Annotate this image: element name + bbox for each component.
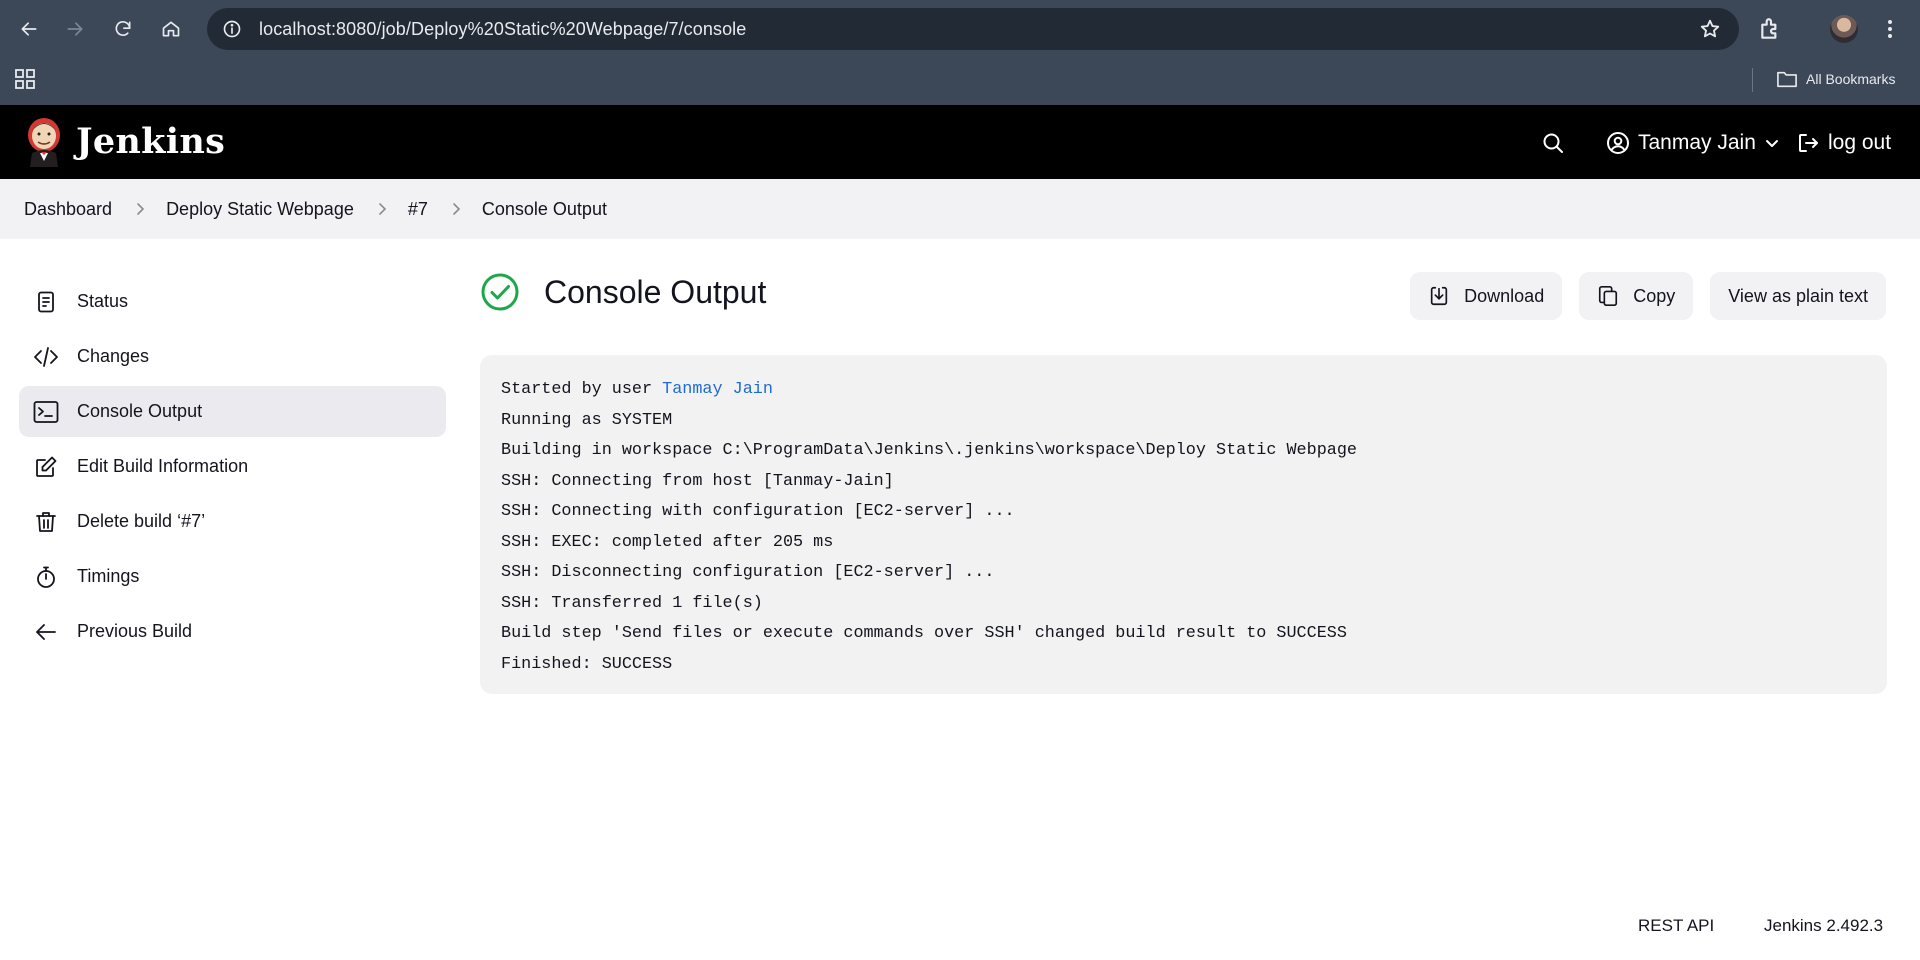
jenkins-header: Jenkins Tanmay Jain log out xyxy=(0,105,1920,179)
sidebar-item-label: Edit Build Information xyxy=(77,456,249,476)
page-title: Console Output xyxy=(544,273,767,310)
sidebar-item-edit-build-information[interactable]: Edit Build Information xyxy=(19,441,446,492)
logout-link[interactable]: log out xyxy=(1796,127,1891,159)
search-icon[interactable] xyxy=(1541,131,1565,155)
back-arrow-icon xyxy=(21,22,37,36)
breadcrumb: Dashboard Deploy Static Webpage #7 Conso… xyxy=(0,179,1920,239)
download-icon xyxy=(1430,286,1448,306)
all-bookmarks-label: All Bookmarks xyxy=(1806,71,1896,87)
home-icon xyxy=(162,21,180,37)
copy-label: Copy xyxy=(1633,285,1676,306)
jenkins-butler-logo xyxy=(28,118,60,167)
sidebar-item-label: Changes xyxy=(77,346,150,366)
chevron-right-icon xyxy=(137,203,145,215)
console-actions: Download Copy View as plain text xyxy=(1410,272,1886,320)
breadcrumb-build[interactable]: #7 xyxy=(408,199,428,220)
console-started-prefix: Started by user xyxy=(501,380,663,399)
code-icon xyxy=(33,344,59,370)
console-line: Running as SYSTEM xyxy=(501,410,673,430)
download-label: Download xyxy=(1464,285,1545,306)
copy-button[interactable]: Copy xyxy=(1579,272,1694,320)
breadcrumb-console-output[interactable]: Console Output xyxy=(482,199,607,220)
console-output: Started by user Tanmay Jain Running as S… xyxy=(480,355,1887,694)
apps-grid-icon[interactable] xyxy=(14,68,36,90)
page-title-row: Console Output xyxy=(480,272,766,312)
user-icon xyxy=(1607,132,1629,154)
logout-icon xyxy=(1799,134,1818,152)
sidebar-item-timings[interactable]: Timings xyxy=(19,551,446,602)
console-line: SSH: Disconnecting configuration [EC2-se… xyxy=(501,563,995,582)
breadcrumb-job[interactable]: Deploy Static Webpage xyxy=(166,199,354,220)
sidebar-item-label: Delete build ‘#7’ xyxy=(77,511,206,531)
breadcrumb-dashboard[interactable]: Dashboard xyxy=(24,199,112,220)
view-plain-text-label: View as plain text xyxy=(1728,285,1868,306)
user-name[interactable]: Tanmay Jain xyxy=(1638,131,1756,155)
console-line: Finished: SUCCESS xyxy=(501,654,673,674)
jenkins-version-link[interactable]: Jenkins 2.492.3 xyxy=(1764,916,1883,936)
console-line: Started by user Tanmay Jain xyxy=(501,375,1866,406)
browser-toolbar: localhost:8080/job/Deploy%20Static%20Web… xyxy=(0,0,1920,58)
sidebar-item-previous-build[interactable]: Previous Build xyxy=(19,606,446,657)
back-button[interactable] xyxy=(13,13,45,45)
bookmark-star-icon[interactable] xyxy=(1699,18,1721,40)
all-bookmarks-button[interactable]: All Bookmarks xyxy=(1776,66,1895,92)
console-line: Build step 'Send files or execute comman… xyxy=(501,624,1347,643)
profile-avatar[interactable] xyxy=(1830,15,1858,43)
console-user-link[interactable]: Tanmay Jain xyxy=(662,380,773,399)
forward-button[interactable] xyxy=(59,13,91,45)
logout-label[interactable]: log out xyxy=(1828,131,1891,155)
sidebar-item-label: Timings xyxy=(77,566,140,586)
home-button[interactable] xyxy=(155,13,187,45)
sidebar-item-label: Previous Build xyxy=(77,621,193,641)
console-line: SSH: EXEC: completed after 205 ms xyxy=(501,532,834,552)
bookmarks-divider xyxy=(1752,68,1753,92)
console-line: SSH: Transferred 1 file(s) xyxy=(501,593,763,613)
chevron-right-icon xyxy=(379,203,386,215)
stopwatch-icon xyxy=(33,564,59,590)
bookmarks-bar xyxy=(0,58,1920,105)
success-check-icon xyxy=(481,273,519,311)
site-info-icon[interactable] xyxy=(221,18,243,40)
download-button[interactable]: Download xyxy=(1410,272,1563,320)
reload-button[interactable] xyxy=(107,13,139,45)
edit-icon xyxy=(33,454,59,480)
document-icon xyxy=(33,289,59,315)
sidebar-item-console-output[interactable]: Console Output xyxy=(19,386,446,437)
chevron-right-icon xyxy=(453,203,461,215)
sidebar-item-delete-build[interactable]: Delete build ‘#7’ xyxy=(19,496,446,547)
view-plain-text-button[interactable]: View as plain text xyxy=(1710,272,1886,320)
url-text[interactable]: localhost:8080/job/Deploy%20Static%20Web… xyxy=(259,19,746,40)
reload-icon xyxy=(115,21,131,36)
copy-icon xyxy=(1599,286,1618,306)
console-line: Building in workspace C:\ProgramData\Jen… xyxy=(501,441,1357,460)
sidebar-item-label: Status xyxy=(77,291,129,311)
user-menu[interactable]: Tanmay Jain xyxy=(1606,127,1780,159)
console-line: SSH: Connecting with configuration [EC2-… xyxy=(501,502,1015,521)
rest-api-link[interactable]: REST API xyxy=(1638,916,1714,936)
terminal-icon xyxy=(33,399,59,425)
address-bar[interactable]: localhost:8080/job/Deploy%20Static%20Web… xyxy=(207,8,1739,50)
side-panel: Status Changes Console Output Edit Build… xyxy=(19,276,446,661)
sidebar-item-status[interactable]: Status xyxy=(19,276,446,327)
jenkins-wordmark: Jenkins xyxy=(76,120,226,162)
jenkins-home-link[interactable]: Jenkins xyxy=(24,115,225,167)
arrow-left-icon xyxy=(33,619,59,645)
trash-icon xyxy=(33,509,59,535)
folder-icon xyxy=(1777,71,1797,88)
chevron-down-icon[interactable] xyxy=(1764,135,1780,151)
forward-arrow-icon xyxy=(67,22,83,36)
sidebar-item-label: Console Output xyxy=(77,401,203,421)
console-line: SSH: Connecting from host [Tanmay-Jain] xyxy=(501,471,894,491)
extensions-icon[interactable] xyxy=(1758,16,1784,42)
sidebar-item-changes[interactable]: Changes xyxy=(19,331,446,382)
browser-menu-icon[interactable] xyxy=(1880,17,1900,41)
